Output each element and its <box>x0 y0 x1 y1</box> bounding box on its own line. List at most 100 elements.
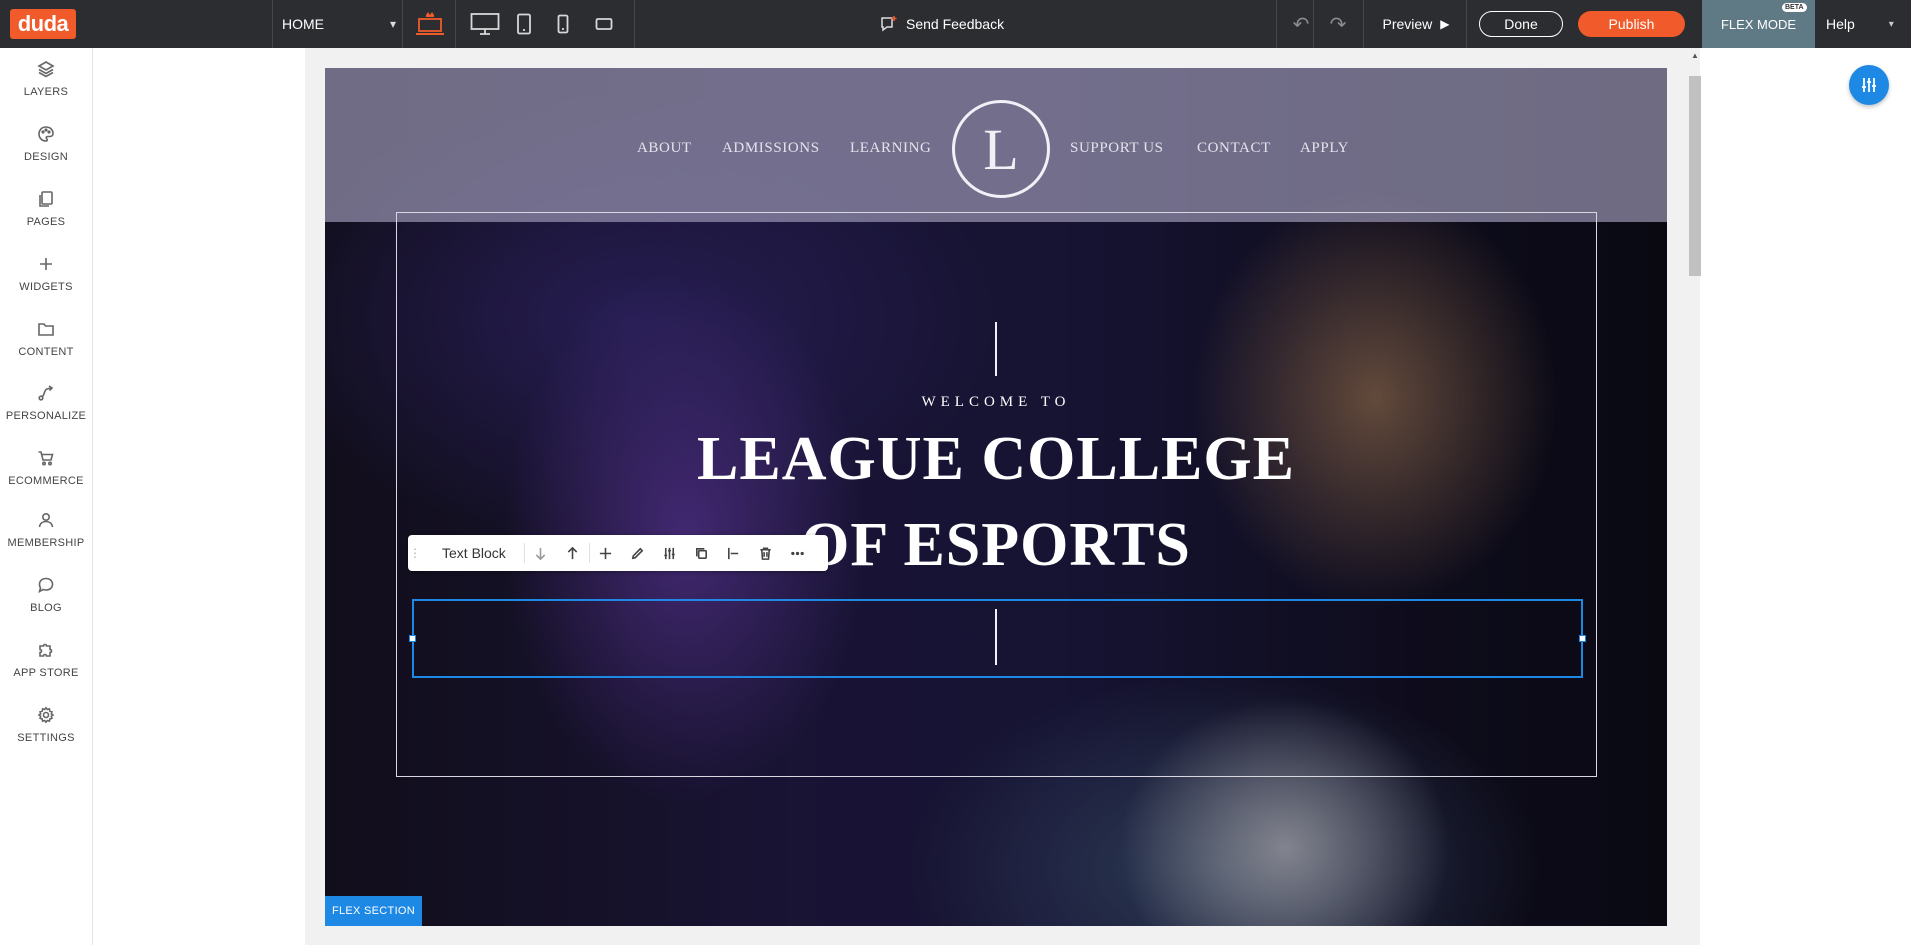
welcome-text[interactable]: WELCOME TO <box>325 394 1667 411</box>
sliders-icon <box>1862 78 1876 92</box>
divider <box>455 0 456 48</box>
divider <box>1363 0 1364 48</box>
divider-line-top <box>995 322 997 376</box>
resize-handle-right[interactable] <box>1579 635 1586 642</box>
tablet-view-button[interactable] <box>510 0 538 48</box>
user-icon <box>38 512 54 528</box>
nav-link-about[interactable]: ABOUT <box>637 140 692 157</box>
sidebar-item-label: APP STORE <box>13 667 79 679</box>
copy-icon <box>696 547 708 559</box>
arrow-down-icon <box>536 547 546 560</box>
personalize-icon <box>38 385 54 401</box>
layers-icon <box>37 61 55 78</box>
preview-label: Preview <box>1382 16 1433 32</box>
scroll-up-arrow-icon[interactable]: ▲ <box>1689 51 1701 60</box>
preview-button[interactable]: Preview ▶ <box>1366 0 1466 48</box>
sliders-icon <box>664 547 675 559</box>
sidebar-item-pages[interactable]: PAGES <box>0 178 92 238</box>
mobile-view-button[interactable] <box>551 0 575 48</box>
sidebar-item-app-store[interactable]: APP STORE <box>0 629 92 689</box>
ellipsis-icon <box>791 551 805 555</box>
nav-link-apply[interactable]: APPLY <box>1300 140 1349 157</box>
section-settings-button[interactable] <box>1849 65 1889 105</box>
flex-section-label[interactable]: FLEX SECTION <box>325 896 422 926</box>
selected-text-block[interactable] <box>412 599 1583 678</box>
arrow-up-icon <box>568 546 578 559</box>
sidebar-item-content[interactable]: CONTENT <box>0 308 92 368</box>
site-preview: ABOUT ADMISSIONS LEARNING L SUPPORT US C… <box>325 68 1667 926</box>
site-logo[interactable]: L <box>952 100 1050 198</box>
edit-button[interactable] <box>622 535 654 571</box>
desktop-icon <box>470 13 500 35</box>
sidebar-item-label: DESIGN <box>24 151 68 163</box>
sidebar-item-membership[interactable]: MEMBERSHIP <box>0 499 92 559</box>
nav-link-contact[interactable]: CONTACT <box>1197 140 1271 157</box>
sidebar-item-label: LAYERS <box>23 86 69 98</box>
delete-button[interactable] <box>750 535 782 571</box>
sidebar-item-ecommerce[interactable]: ECOMMERCE <box>0 437 92 497</box>
divider <box>634 0 635 48</box>
move-down-button[interactable] <box>525 535 557 571</box>
drag-handle-icon[interactable]: ⋮ <box>408 546 422 560</box>
move-up-button[interactable] <box>557 535 589 571</box>
sidebar-item-blog[interactable]: BLOG <box>0 564 92 624</box>
send-feedback-button[interactable]: Send Feedback <box>880 0 1030 48</box>
nav-link-admissions[interactable]: ADMISSIONS <box>722 140 820 157</box>
cart-icon <box>38 451 54 466</box>
desktop-view-button[interactable] <box>466 0 504 48</box>
sidebar-item-layers[interactable]: LAYERS <box>0 48 92 108</box>
align-button[interactable] <box>718 535 750 571</box>
sidebar-item-design[interactable]: DESIGN <box>0 113 92 173</box>
redo-button[interactable]: ↷ <box>1313 0 1363 48</box>
plus-icon <box>600 547 612 559</box>
send-feedback-label: Send Feedback <box>906 16 1005 32</box>
more-options-button[interactable] <box>782 535 814 571</box>
pencil-icon <box>632 547 644 559</box>
nav-link-support-us[interactable]: SUPPORT US <box>1070 140 1164 157</box>
sidebar-item-label: WIDGETS <box>19 281 73 293</box>
trash-icon <box>760 547 771 560</box>
laptop-crown-icon <box>416 12 444 35</box>
done-button[interactable]: Done <box>1479 11 1563 37</box>
sidebar-item-personalize[interactable]: PERSONALIZE <box>0 372 92 432</box>
divider <box>1466 0 1467 48</box>
pages-icon <box>39 191 53 207</box>
sidebar-item-label: ECOMMERCE <box>8 475 84 487</box>
chevron-down-icon: ▾ <box>389 17 396 31</box>
plus-icon <box>40 258 52 270</box>
mobile-landscape-icon <box>595 18 613 30</box>
left-sidebar: LAYERS DESIGN PAGES WIDGETS CONTENT PERS… <box>0 48 93 945</box>
sidebar-item-settings[interactable]: SETTINGS <box>0 694 92 754</box>
feedback-icon <box>881 16 897 32</box>
publish-button[interactable]: Publish <box>1578 11 1685 37</box>
sidebar-item-label: PAGES <box>26 216 66 228</box>
gear-icon <box>37 706 55 724</box>
chevron-down-icon: ▾ <box>1888 18 1894 30</box>
sidebar-item-label: BLOG <box>30 602 62 614</box>
play-icon: ▶ <box>1440 17 1450 31</box>
divider <box>402 0 403 48</box>
nav-link-learning[interactable]: LEARNING <box>850 140 931 157</box>
undo-icon: ↶ <box>1292 13 1310 36</box>
mobile-landscape-view-button[interactable] <box>591 0 617 48</box>
sidebar-item-label: PERSONALIZE <box>5 410 87 422</box>
folder-icon <box>38 323 54 336</box>
chat-bubble-icon <box>38 577 54 594</box>
add-element-button[interactable] <box>590 535 622 571</box>
page-select[interactable]: HOME ▾ <box>272 0 402 48</box>
duplicate-button[interactable] <box>686 535 718 571</box>
resize-handle-left[interactable] <box>409 635 416 642</box>
hero-title-line-1[interactable]: LEAGUE COLLEGE <box>325 424 1667 495</box>
redo-icon: ↷ <box>1329 13 1347 36</box>
canvas-scrollbar[interactable] <box>1689 76 1701 276</box>
duda-editor: duda HOME ▾ Send Feedback ↶ ↷ Preview ▶ … <box>0 0 1911 945</box>
mobile-icon <box>557 14 569 34</box>
help-menu[interactable]: Help ▾ <box>1826 0 1894 48</box>
sidebar-item-label: CONTENT <box>18 346 74 358</box>
align-left-icon <box>728 547 739 559</box>
sidebar-item-widgets[interactable]: WIDGETS <box>0 243 92 303</box>
design-settings-button[interactable] <box>654 535 686 571</box>
laptop-view-button[interactable] <box>408 0 452 48</box>
duda-logo[interactable]: duda <box>10 9 76 39</box>
site-header[interactable]: ABOUT ADMISSIONS LEARNING L SUPPORT US C… <box>325 68 1667 222</box>
